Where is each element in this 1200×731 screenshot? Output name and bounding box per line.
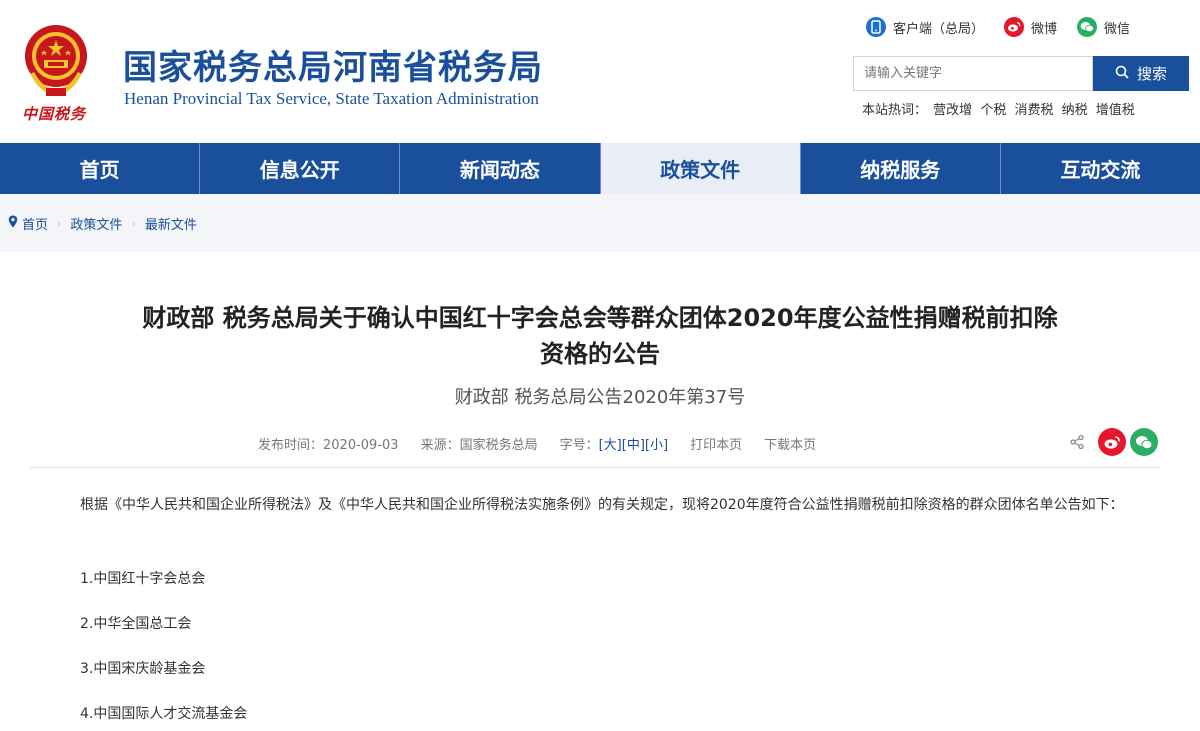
share-wechat-icon[interactable] (1130, 428, 1158, 456)
search-input[interactable] (854, 57, 1092, 90)
list-item: 1.中国红十字会总会 (80, 571, 206, 587)
breadcrumb: 首页 › 政策文件 › 最新文件 (0, 194, 1200, 252)
print-page-button[interactable]: 打印本页 (690, 434, 742, 453)
list-item: 2.中华全国总工会 (80, 616, 192, 632)
site-header: 中国税务 国家税务总局河南省税务局 Henan Provincial Tax S… (0, 0, 1200, 143)
site-title-english: Henan Provincial Tax Service, State Taxa… (124, 89, 539, 108)
article-meta: 发布时间：2020-09-03 来源：国家税务总局 字号：[大][中][小] 打… (40, 428, 1160, 456)
hot-word[interactable]: 增值税 (1096, 103, 1135, 118)
nav-item-tax-services[interactable]: 纳税服务 (801, 143, 1001, 194)
wechat-link-label: 微信 (1104, 21, 1131, 37)
nav-item-policy-documents[interactable]: 政策文件 (600, 143, 801, 194)
article-title-line-1: 财政部 税务总局关于确认中国红十字会总会等群众团体2020年度公益性捐赠税前扣除 (142, 304, 1058, 332)
chevron-right-icon: › (57, 216, 62, 230)
search-icon (1115, 65, 1129, 83)
hot-word[interactable]: 纳税 (1062, 103, 1088, 118)
client-link-label: 客户端（总局） (893, 21, 985, 37)
wechat-icon (1077, 17, 1098, 37)
meta-divider (30, 467, 1160, 468)
nav-item-info-disclosure[interactable]: 信息公开 (200, 143, 401, 194)
font-size-label: 字号： (559, 438, 599, 453)
location-pin-icon (8, 215, 18, 232)
breadcrumb-latest-documents[interactable]: 最新文件 (145, 214, 197, 233)
wechat-link[interactable]: 微信 (1077, 17, 1130, 37)
download-page-button[interactable]: 下载本页 (764, 434, 816, 453)
article-document-number: 财政部 税务总局公告2020年第37号 (454, 387, 746, 408)
font-size-medium[interactable]: [中] (622, 438, 645, 453)
search-button[interactable]: 搜索 (1093, 56, 1189, 91)
client-link[interactable]: 客户端（总局） (866, 17, 984, 37)
publish-date: 发布时间：2020-09-03 (258, 438, 399, 453)
nav-item-news[interactable]: 新闻动态 (400, 143, 601, 194)
share-bar (1066, 428, 1158, 456)
article-title-line-2: 资格的公告 (540, 340, 660, 368)
chevron-right-icon: › (131, 216, 136, 230)
article-title: 财政部 税务总局关于确认中国红十字会总会等群众团体2020年度公益性捐赠税前扣除… (40, 300, 1160, 372)
mobile-client-icon (866, 17, 886, 37)
national-emblem-icon[interactable] (22, 22, 90, 102)
hot-word[interactable]: 个税 (980, 103, 1006, 118)
breadcrumb-policy-documents[interactable]: 政策文件 (70, 214, 122, 233)
top-links: 客户端（总局） 微博 微信 (866, 16, 1150, 38)
font-size-large[interactable]: [大] (599, 438, 622, 453)
main-nav: 首页 信息公开 新闻动态 政策文件 纳税服务 互动交流 (0, 143, 1200, 194)
font-size-control: 字号：[大][中][小] (560, 434, 668, 453)
hot-words: 本站热词： 营改增 个税 消费税 纳税 增值税 (862, 99, 1139, 118)
hot-word[interactable]: 营改增 (933, 103, 972, 118)
hot-word[interactable]: 消费税 (1014, 103, 1053, 118)
weibo-link[interactable]: 微博 (1004, 17, 1057, 37)
share-icon[interactable] (1066, 431, 1088, 453)
list-item: 3.中国宋庆龄基金会 (80, 661, 206, 677)
share-weibo-icon[interactable] (1098, 428, 1126, 456)
china-tax-logo-text: 中国税务 (22, 105, 87, 123)
weibo-icon (1004, 17, 1025, 37)
search-box (853, 56, 1093, 91)
article-body: 根据《中华人民共和国企业所得税法》及《中华人民共和国企业所得税法实施条例》的有关… (50, 491, 1150, 519)
hot-words-label: 本站热词： (862, 103, 928, 118)
nav-item-home[interactable]: 首页 (0, 143, 201, 194)
site-title[interactable]: 国家税务总局河南省税务局 (123, 40, 543, 89)
weibo-link-label: 微博 (1031, 21, 1058, 37)
nav-item-interaction[interactable]: 互动交流 (1001, 143, 1200, 194)
article-source: 来源：国家税务总局 (420, 438, 538, 453)
search-button-label: 搜索 (1136, 65, 1167, 83)
article-paragraph: 根据《中华人民共和国企业所得税法》及《中华人民共和国企业所得税法实施条例》的有关… (80, 497, 1124, 513)
font-size-small[interactable]: [小] (645, 438, 668, 453)
list-item: 4.中国国际人才交流基金会 (80, 706, 248, 722)
breadcrumb-home[interactable]: 首页 (22, 214, 48, 233)
